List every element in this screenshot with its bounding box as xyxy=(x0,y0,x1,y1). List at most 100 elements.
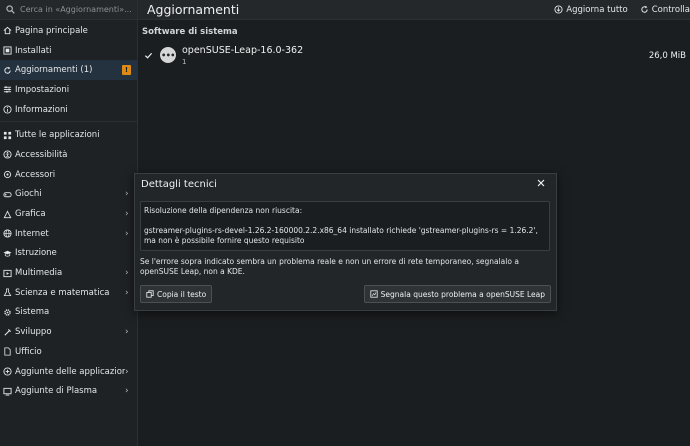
sidebar-item-multimedia[interactable]: Multimedia › xyxy=(0,263,137,283)
package-name: openSUSE-Leap-16.0-362 xyxy=(182,45,304,56)
check-updates-button[interactable]: Controlla xyxy=(640,5,690,15)
check-updates-label: Controlla xyxy=(651,4,690,15)
multimedia-icon xyxy=(3,269,12,278)
update-all-button[interactable]: Aggiorna tutto xyxy=(554,4,628,15)
science-icon xyxy=(3,288,12,297)
error-message: gstreamer-plugins-rs-devel-1.26.2-160000… xyxy=(144,226,538,245)
sidebar-item-label: Pagina principale xyxy=(15,25,88,36)
sidebar-item-label: Accessori xyxy=(15,169,56,180)
sidebar-item-games[interactable]: Giochi › xyxy=(0,185,137,205)
sidebar-item-accessibility[interactable]: Accessibilità xyxy=(0,145,137,165)
sidebar-item-label: Aggiornamenti (1) xyxy=(15,65,93,76)
updates-icon xyxy=(3,66,12,75)
search-input[interactable] xyxy=(20,5,131,14)
info-icon xyxy=(3,105,12,114)
sidebar-categories: Tutte le applicazioni Accessibilità Acce… xyxy=(0,124,137,401)
sidebar-item-app-addons[interactable]: Aggiunte delle applicazioni › xyxy=(0,362,137,382)
package-size: 26,0 MiB xyxy=(648,51,686,61)
refresh-icon xyxy=(640,5,649,14)
sidebar-main-nav: Pagina principale Installati Aggiornamen… xyxy=(0,20,137,119)
sidebar-item-label: Grafica xyxy=(15,209,46,220)
sidebar-item-development[interactable]: Sviluppo › xyxy=(0,322,137,342)
chevron-right-icon: › xyxy=(125,189,129,200)
sidebar-item-label: Tutte le applicazioni xyxy=(15,130,100,141)
sidebar-item-label: Giochi xyxy=(15,189,42,200)
search-bar xyxy=(0,0,137,20)
education-icon xyxy=(3,249,12,258)
accessories-icon xyxy=(3,170,12,179)
chevron-right-icon: › xyxy=(125,386,129,397)
sidebar-item-graphics[interactable]: Grafica › xyxy=(0,204,137,224)
development-icon xyxy=(3,328,12,337)
sidebar-item-label: Aggiunte di Plasma xyxy=(15,386,98,397)
chevron-right-icon: › xyxy=(125,327,129,338)
chevron-right-icon: › xyxy=(125,268,129,279)
package-icon: ••• xyxy=(160,47,176,63)
sidebar-item-label: Informazioni xyxy=(15,104,68,115)
sidebar-item-label: Istruzione xyxy=(15,248,57,259)
sidebar-divider xyxy=(0,121,137,123)
report-note: Se l'errore sopra indicato sembra un pro… xyxy=(140,257,519,276)
report-icon xyxy=(370,290,378,298)
sidebar-item-label: Impostazioni xyxy=(15,84,70,95)
games-icon xyxy=(3,190,12,199)
section-title: Software di sistema xyxy=(142,27,238,37)
sidebar-item-about[interactable]: Informazioni xyxy=(0,100,137,120)
sidebar-item-label: Multimedia xyxy=(15,268,63,279)
sidebar-item-office[interactable]: Ufficio xyxy=(0,342,137,362)
chevron-right-icon: › xyxy=(125,366,129,377)
app-addons-icon xyxy=(3,367,12,376)
sidebar-item-home[interactable]: Pagina principale xyxy=(0,21,137,41)
warning-badge: ! xyxy=(122,65,131,76)
page-header: Aggiornamenti Aggiorna tutto Controlla xyxy=(138,0,690,20)
all-apps-icon xyxy=(3,131,12,140)
sidebar-item-label: Internet xyxy=(15,228,49,239)
sidebar-item-settings[interactable]: Impostazioni xyxy=(0,80,137,100)
report-issue-button[interactable]: Segnala questo problema a openSUSE Leap xyxy=(363,285,551,303)
sidebar-item-system[interactable]: Sistema xyxy=(0,303,137,323)
sidebar-item-accessories[interactable]: Accessori xyxy=(0,165,137,185)
accessibility-icon xyxy=(3,150,12,160)
chevron-right-icon: › xyxy=(125,228,129,239)
sidebar-item-label: Scienza e matematica xyxy=(15,287,110,298)
installed-icon xyxy=(3,46,12,55)
checkmark-icon[interactable] xyxy=(144,51,153,60)
dialog-title: Dettagli tecnici xyxy=(141,179,217,190)
sidebar-item-label: Installati xyxy=(15,45,52,56)
page-title: Aggiornamenti xyxy=(147,2,240,17)
sidebar-item-label: Sistema xyxy=(15,307,50,318)
technical-details-dialog: Dettagli tecnici Risoluzione della dipen… xyxy=(134,173,557,311)
sidebar-item-label: Aggiunte delle applicazioni xyxy=(15,366,125,377)
sidebar-item-plasma-addons[interactable]: Aggiunte di Plasma › xyxy=(0,381,137,401)
chevron-right-icon: › xyxy=(125,209,129,220)
plasma-addons-icon xyxy=(3,387,12,396)
error-heading: Risoluzione della dipendenza non riuscit… xyxy=(144,206,303,215)
copy-text-button[interactable]: Copia il testo xyxy=(140,285,213,303)
sidebar-item-education[interactable]: Istruzione xyxy=(0,244,137,264)
sidebar-item-science[interactable]: Scienza e matematica › xyxy=(0,283,137,303)
search-icon xyxy=(6,5,15,14)
graphics-icon xyxy=(3,209,12,219)
sidebar-item-all-apps[interactable]: Tutte le applicazioni xyxy=(0,125,137,145)
sidebar-item-internet[interactable]: Internet › xyxy=(0,224,137,244)
copy-text-label: Copia il testo xyxy=(157,289,207,299)
download-icon xyxy=(554,5,563,14)
update-all-label: Aggiorna tutto xyxy=(566,4,628,15)
sidebar-item-label: Ufficio xyxy=(15,346,42,357)
report-issue-label: Segnala questo problema a openSUSE Leap xyxy=(380,289,545,299)
sidebar-item-label: Sviluppo xyxy=(15,327,52,338)
sidebar: Pagina principale Installati Aggiornamen… xyxy=(0,0,138,446)
internet-icon xyxy=(3,229,12,238)
chevron-right-icon: › xyxy=(125,287,129,298)
system-icon xyxy=(3,308,12,317)
sidebar-item-installed[interactable]: Installati xyxy=(0,41,137,61)
close-icon[interactable] xyxy=(536,178,546,188)
office-icon xyxy=(3,347,12,356)
settings-icon xyxy=(3,85,12,94)
sidebar-item-label: Accessibilità xyxy=(15,149,68,160)
copy-icon xyxy=(146,290,154,298)
sidebar-item-updates[interactable]: Aggiornamenti (1) ! xyxy=(0,60,137,81)
home-icon xyxy=(3,26,12,35)
update-row[interactable]: ••• openSUSE-Leap-16.0-362 1 26,0 MiB xyxy=(138,44,690,68)
error-details-box: Risoluzione della dipendenza non riuscit… xyxy=(140,201,550,251)
